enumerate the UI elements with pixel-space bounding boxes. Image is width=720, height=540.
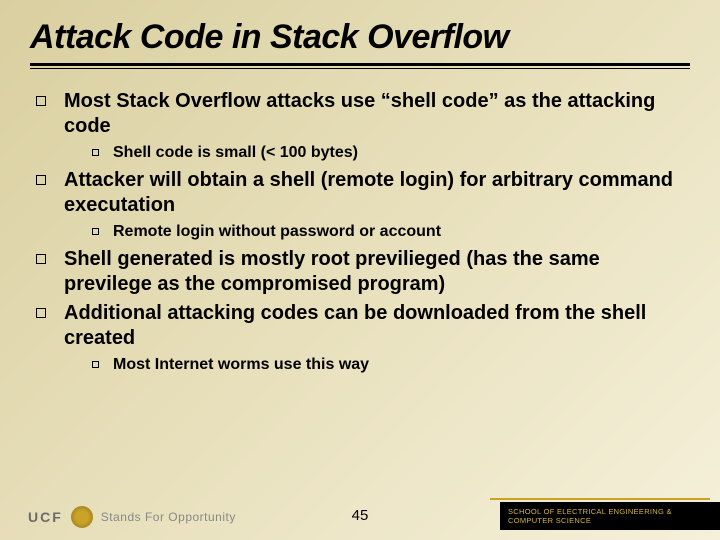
bullet-text: Most Stack Overflow attacks use “shell c… xyxy=(64,89,690,139)
bullet-item: Shell code is small (< 100 bytes) xyxy=(92,143,690,164)
bullet-item: Most Internet worms use this way xyxy=(92,355,690,376)
square-bullet-icon xyxy=(92,228,99,235)
slide: Attack Code in Stack Overflow Most Stack… xyxy=(0,0,720,540)
slide-footer: UCF Stands For Opportunity 45 SCHOOL OF … xyxy=(0,490,720,540)
pegasus-icon xyxy=(71,506,93,528)
bullet-item: Most Stack Overflow attacks use “shell c… xyxy=(36,89,690,139)
bullet-text: Most Internet worms use this way xyxy=(113,355,369,376)
footer-right: SCHOOL OF ELECTRICAL ENGINEERING & COMPU… xyxy=(500,498,720,530)
square-bullet-icon xyxy=(92,149,99,156)
bullet-item: Shell generated is mostly root previlieg… xyxy=(36,247,690,297)
gold-divider xyxy=(490,498,710,500)
square-bullet-icon xyxy=(92,361,99,368)
footer-left: UCF Stands For Opportunity xyxy=(28,506,236,528)
square-bullet-icon xyxy=(36,308,46,318)
page-number: 45 xyxy=(352,507,369,524)
bullet-text: Shell generated is mostly root previlieg… xyxy=(64,247,690,297)
bullet-text: Shell code is small (< 100 bytes) xyxy=(113,143,358,164)
slide-content: Most Stack Overflow attacks use “shell c… xyxy=(30,89,690,375)
slide-title: Attack Code in Stack Overflow xyxy=(30,18,690,57)
bullet-text: Additional attacking codes can be downlo… xyxy=(64,301,690,351)
bullet-text: Attacker will obtain a shell (remote log… xyxy=(64,168,690,218)
square-bullet-icon xyxy=(36,175,46,185)
bullet-text: Remote login without password or account xyxy=(113,222,441,243)
square-bullet-icon xyxy=(36,96,46,106)
square-bullet-icon xyxy=(36,254,46,264)
bullet-item: Remote login without password or account xyxy=(92,222,690,243)
title-underline xyxy=(30,63,690,69)
bullet-item: Attacker will obtain a shell (remote log… xyxy=(36,168,690,218)
bullet-item: Additional attacking codes can be downlo… xyxy=(36,301,690,351)
school-label: SCHOOL OF ELECTRICAL ENGINEERING & COMPU… xyxy=(500,502,720,530)
tagline-text: Stands For Opportunity xyxy=(101,510,236,524)
ucf-logo-text: UCF xyxy=(28,509,63,525)
